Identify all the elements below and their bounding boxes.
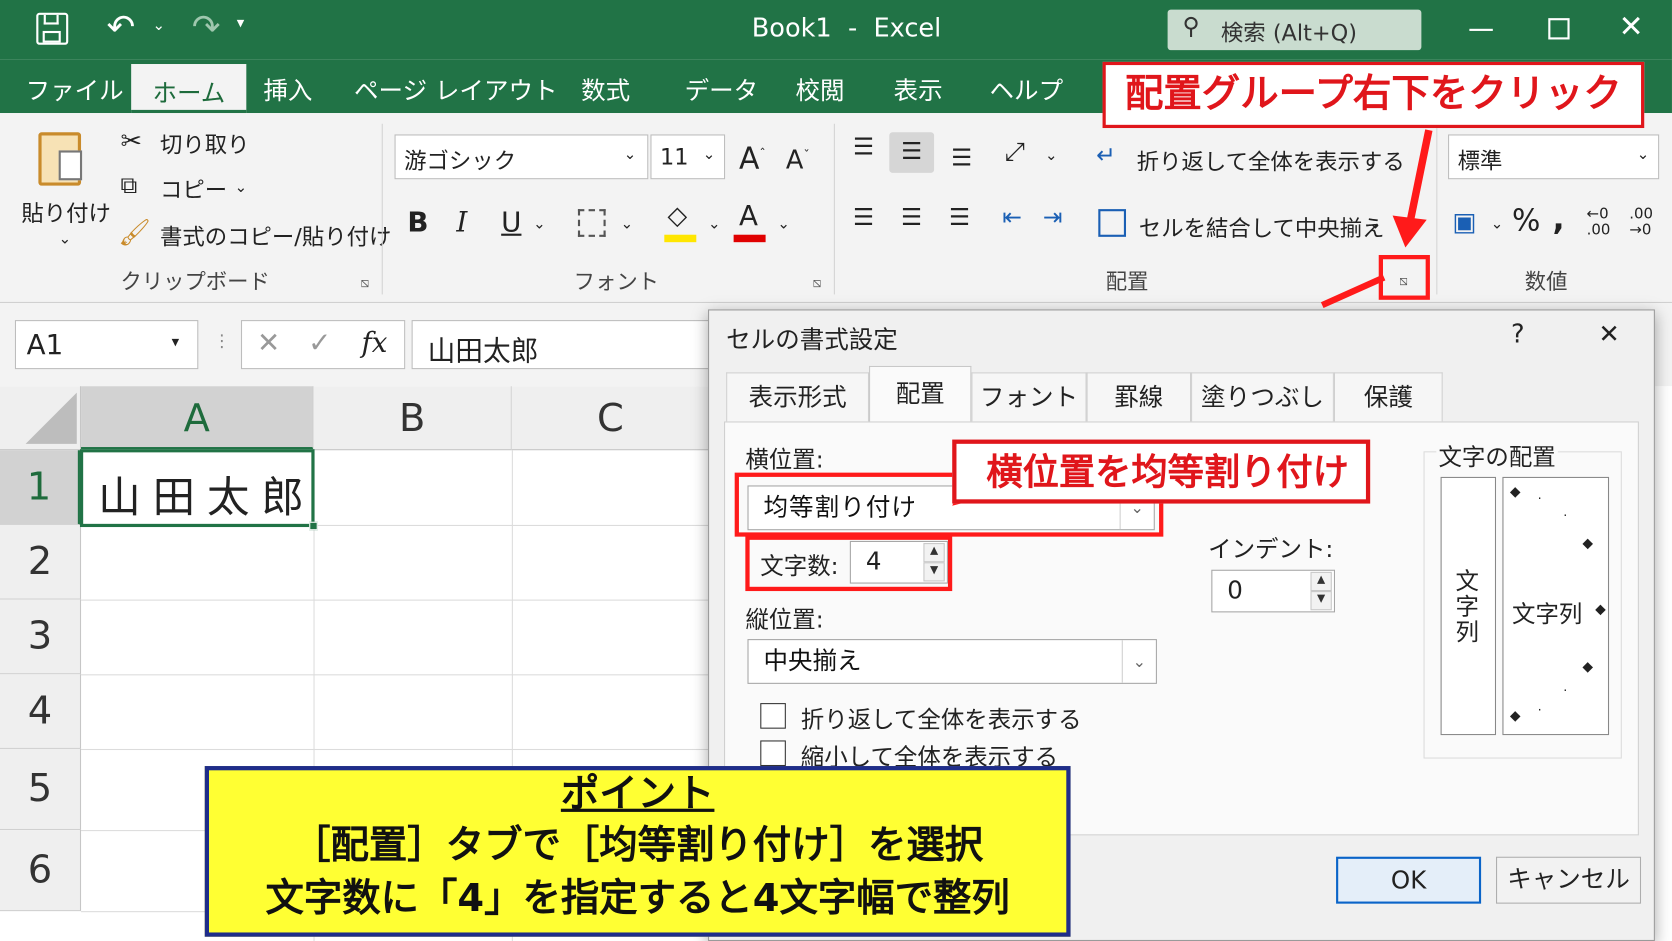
point-title: ポイント xyxy=(560,772,715,817)
point-line-2: 文字数に「4」を指定すると4文字幅で整列 xyxy=(265,876,1010,921)
annotation-click-launcher: 配置グループ右下をクリック xyxy=(1102,61,1645,129)
annotation-horizontal-distributed: 横位置を均等割り付け xyxy=(952,439,1371,504)
point-callout: ポイント ［配置］タブで［均等割り付け］を選択 文字数に「4」を指定すると4文字… xyxy=(204,766,1071,937)
chars-spinner-highlight xyxy=(745,535,953,592)
point-line-1: ［配置］タブで［均等割り付け］を選択 xyxy=(292,823,984,868)
